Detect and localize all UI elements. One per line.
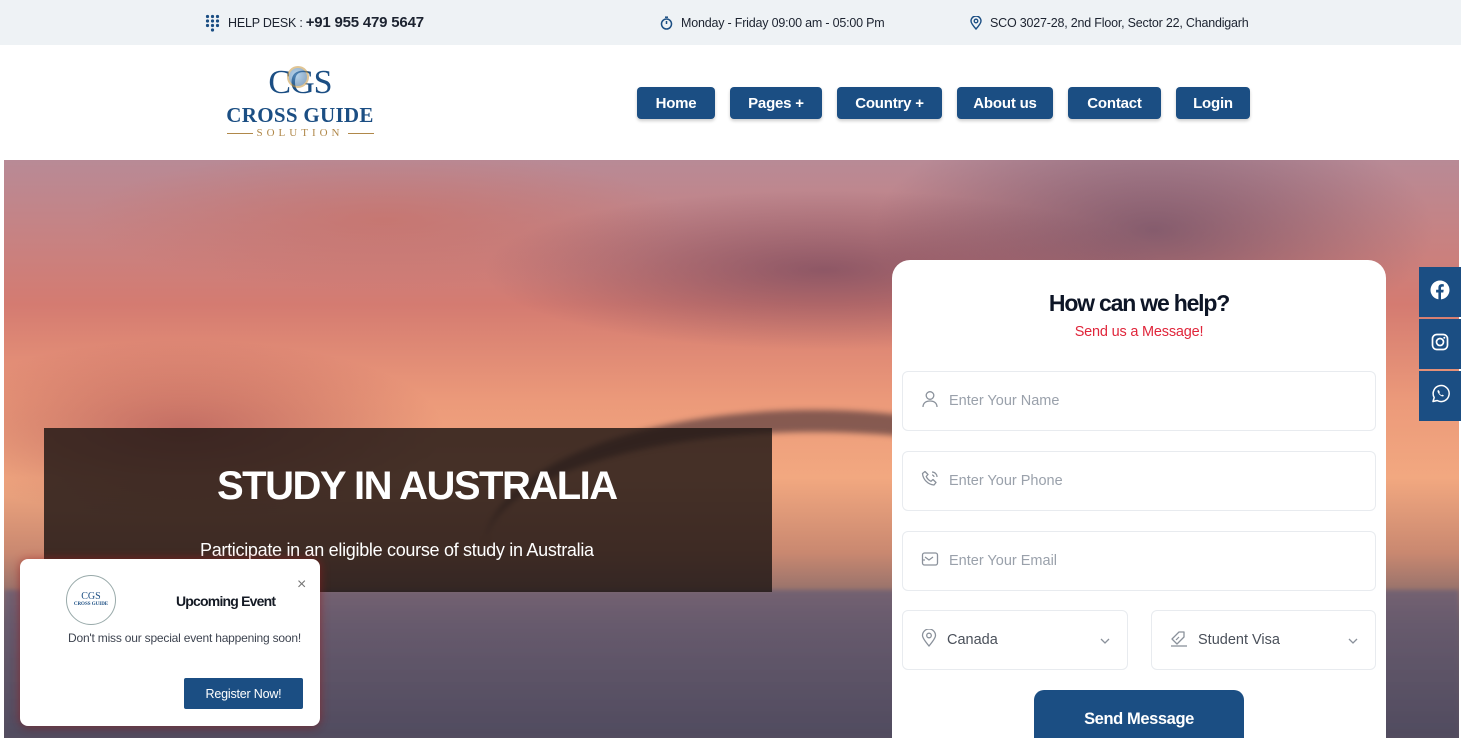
hero-subtitle: Participate in an eligible course of stu… — [200, 540, 594, 560]
helpdesk-phone[interactable]: +91 955 479 5647 — [306, 14, 424, 31]
helpdesk-info: HELP DESK : +91 955 479 5647 — [205, 0, 424, 45]
visa-select-value: Student Visa — [1198, 632, 1280, 648]
name-field[interactable] — [902, 371, 1376, 431]
country-select[interactable]: Canada — [902, 610, 1128, 670]
nav-pages[interactable]: Pages + — [730, 87, 822, 119]
event-popup: CGS CROSS GUIDE Upcoming Event × Don't m… — [20, 559, 320, 726]
user-icon — [921, 390, 939, 413]
country-select-value: Canada — [947, 632, 998, 648]
form-title: How can we help? — [1048, 290, 1230, 316]
visa-select[interactable]: Student Visa — [1151, 610, 1376, 670]
dialpad-icon — [205, 14, 220, 32]
facebook-link[interactable] — [1419, 267, 1461, 317]
hours-info: Monday - Friday 09:00 am - 05:00 Pm — [660, 0, 885, 45]
register-now-button[interactable]: Register Now! — [184, 678, 303, 709]
nav-about-us[interactable]: About us — [957, 87, 1053, 119]
location-pin-icon — [921, 628, 937, 651]
tag-icon — [1170, 629, 1188, 651]
name-input[interactable] — [949, 393, 1349, 409]
location-pin-icon — [970, 15, 982, 30]
form-tagline: Send us a Message! — [1074, 324, 1204, 340]
nav-contact[interactable]: Contact — [1068, 87, 1161, 119]
send-message-button[interactable]: Send Message — [1034, 690, 1244, 738]
popup-logo: CGS CROSS GUIDE — [66, 575, 116, 625]
hours-text: Monday - Friday 09:00 am - 05:00 Pm — [681, 15, 885, 30]
nav-country[interactable]: Country + — [837, 87, 942, 119]
email-field[interactable] — [902, 531, 1376, 591]
logo-name: CROSS GUIDE — [226, 103, 374, 127]
email-input[interactable] — [949, 553, 1349, 569]
whatsapp-icon — [1431, 384, 1450, 408]
site-logo[interactable]: CGS CROSS GUIDE SOLUTION — [220, 65, 380, 141]
close-icon[interactable]: × — [297, 576, 306, 594]
stopwatch-icon — [660, 15, 673, 30]
globe-icon — [287, 66, 309, 88]
popup-logo-monogram: CGS — [81, 591, 101, 602]
address-info: SCO 3027-28, 2nd Floor, Sector 22, Chand… — [970, 0, 1249, 45]
popup-message: Don't miss our special event happening s… — [68, 631, 301, 645]
nav-login[interactable]: Login — [1176, 87, 1250, 119]
hero-title: STUDY IN AUSTRALIA — [217, 464, 618, 508]
chevron-down-icon — [1347, 633, 1359, 649]
address-text: SCO 3027-28, 2nd Floor, Sector 22, Chand… — [990, 15, 1249, 30]
helpdesk-label: HELP DESK : — [228, 15, 303, 30]
phone-icon — [921, 470, 939, 493]
popup-logo-name: CROSS GUIDE — [73, 602, 109, 607]
site-header: CGS CROSS GUIDE SOLUTION Home Pages + Co… — [4, 45, 1459, 160]
social-links — [1419, 267, 1461, 423]
logo-subtitle: SOLUTION — [220, 126, 380, 140]
popup-title: Upcoming Event — [176, 593, 276, 609]
instagram-icon — [1431, 333, 1449, 356]
whatsapp-link[interactable] — [1419, 371, 1461, 421]
chevron-down-icon — [1099, 633, 1111, 649]
contact-form-card: How can we help? Send us a Message! Ca — [892, 260, 1386, 738]
phone-input[interactable] — [949, 473, 1349, 489]
facebook-icon — [1430, 280, 1450, 305]
instagram-link[interactable] — [1419, 319, 1461, 369]
phone-field[interactable] — [902, 451, 1376, 511]
mail-icon — [921, 551, 939, 572]
logo-subtitle-text: SOLUTION — [256, 127, 344, 139]
nav-home[interactable]: Home — [637, 87, 715, 119]
top-info-bar: HELP DESK : +91 955 479 5647 Monday - Fr… — [0, 0, 1461, 45]
